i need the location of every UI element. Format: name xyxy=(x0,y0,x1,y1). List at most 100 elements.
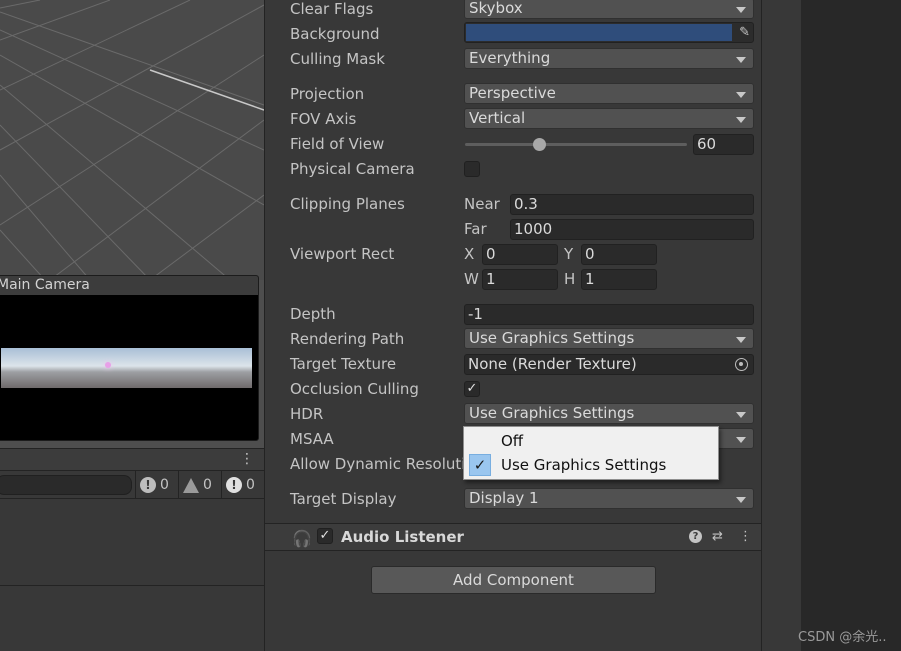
projection-dropdown[interactable]: Perspective xyxy=(464,83,754,104)
field-of-view-label: Field of View xyxy=(290,135,385,153)
physical-camera-label: Physical Camera xyxy=(290,160,415,178)
object-picker-icon[interactable] xyxy=(735,358,748,371)
background-color-swatch[interactable] xyxy=(466,24,732,41)
hdr-dropdown[interactable]: Use Graphics Settings xyxy=(464,403,754,424)
target-display-value: Display 1 xyxy=(469,489,539,507)
target-texture-label: Target Texture xyxy=(290,355,397,373)
viewport-w-input[interactable]: 1 xyxy=(482,269,558,290)
component-divider xyxy=(265,550,762,551)
chevron-down-icon xyxy=(736,57,746,63)
viewport-w-label: W xyxy=(464,270,479,288)
camera-preview: Main Camera xyxy=(0,275,259,441)
hdr-label: HDR xyxy=(290,405,324,423)
console-divider xyxy=(0,585,264,586)
clear-flags-value: Skybox xyxy=(469,0,523,17)
viewport-rect-label: Viewport Rect xyxy=(290,245,395,263)
culling-mask-dropdown[interactable]: Everything xyxy=(464,48,754,69)
kebab-menu-icon[interactable]: ⋮ xyxy=(240,451,254,467)
clear-flags-label: Clear Flags xyxy=(290,0,374,18)
fov-axis-label: FOV Axis xyxy=(290,110,357,128)
warning-count-toggle[interactable]: 0 xyxy=(178,471,212,499)
console-toolbar: ! 0 0 ! 0 xyxy=(0,471,264,499)
chevron-down-icon xyxy=(736,412,746,418)
clipping-planes-label: Clipping Planes xyxy=(290,195,405,213)
headphones-icon: 🎧 xyxy=(292,529,312,548)
target-display-dropdown[interactable]: Display 1 xyxy=(464,488,754,509)
depth-label: Depth xyxy=(290,305,336,323)
culling-mask-value: Everything xyxy=(469,49,551,67)
info-icon: ! xyxy=(140,477,156,493)
console-header: ⋮ xyxy=(0,449,264,471)
scene-grid xyxy=(0,0,264,280)
far-label: Far xyxy=(464,220,487,238)
chevron-down-icon xyxy=(736,117,746,123)
camera-preview-skybox xyxy=(1,348,252,388)
chevron-down-icon xyxy=(736,437,746,443)
background-color-field[interactable]: ✎ xyxy=(464,22,754,43)
audio-listener-enabled-checkbox[interactable]: ✓ xyxy=(317,528,333,544)
chevron-down-icon xyxy=(736,337,746,343)
console-panel: ⋮ ! 0 0 ! 0 xyxy=(0,448,264,651)
fov-axis-value: Vertical xyxy=(469,109,526,127)
add-component-button[interactable]: Add Component xyxy=(371,566,656,594)
popup-option-use-graphics-settings[interactable]: Use Graphics Settings xyxy=(464,453,718,477)
error-count-toggle[interactable]: ! 0 xyxy=(221,471,255,499)
help-icon[interactable]: ? xyxy=(689,530,702,543)
chevron-down-icon xyxy=(736,92,746,98)
physical-camera-checkbox[interactable] xyxy=(464,161,480,177)
chevron-down-icon xyxy=(736,7,746,13)
hdr-value: Use Graphics Settings xyxy=(469,404,635,422)
target-display-label: Target Display xyxy=(290,490,397,508)
rendering-path-value: Use Graphics Settings xyxy=(469,329,635,347)
near-label: Near xyxy=(464,195,500,213)
fov-axis-dropdown[interactable]: Vertical xyxy=(464,108,754,129)
viewport-h-input[interactable]: 1 xyxy=(581,269,657,290)
background-label: Background xyxy=(290,25,380,43)
far-input[interactable]: 1000 xyxy=(510,219,754,240)
checkmark-icon: ✓ xyxy=(469,454,491,476)
viewport-x-input[interactable]: 0 xyxy=(482,244,558,265)
viewport-y-label: Y xyxy=(564,245,574,263)
field-of-view-input[interactable]: 60 xyxy=(693,134,754,155)
warning-count: 0 xyxy=(203,477,212,493)
presets-icon[interactable]: ⇄ xyxy=(712,529,723,544)
eyedropper-icon[interactable]: ✎ xyxy=(739,25,750,40)
popup-option-off[interactable]: Off xyxy=(464,429,718,453)
info-count-toggle[interactable]: ! 0 xyxy=(135,471,169,499)
warning-icon xyxy=(183,477,199,493)
watermark: CSDN @余光.. xyxy=(798,630,887,645)
inspector-panel: Clear Flags Skybox Background ✎ Culling … xyxy=(264,0,762,651)
scene-view[interactable]: Main Camera xyxy=(0,0,264,448)
culling-mask-label: Culling Mask xyxy=(290,50,385,68)
allow-dynamic-resolution-label: Allow Dynamic Resoluti xyxy=(290,455,466,473)
kebab-menu-icon[interactable]: ⋮ xyxy=(739,529,752,544)
depth-input[interactable]: -1 xyxy=(464,304,754,325)
chevron-down-icon xyxy=(736,497,746,503)
info-count: 0 xyxy=(160,477,169,493)
rendering-path-dropdown[interactable]: Use Graphics Settings xyxy=(464,328,754,349)
projection-value: Perspective xyxy=(469,84,556,102)
camera-preview-title: Main Camera xyxy=(0,276,258,295)
error-count: 0 xyxy=(246,477,255,493)
target-texture-field[interactable]: None (Render Texture) xyxy=(464,354,754,375)
unity-editor-window: Main Camera ⋮ ! 0 0 ! 0 Clear Flags Skyb… xyxy=(0,0,901,651)
audio-listener-title: Audio Listener xyxy=(341,528,464,546)
occlusion-culling-label: Occlusion Culling xyxy=(290,380,419,398)
error-icon: ! xyxy=(226,477,242,493)
outer-background xyxy=(801,0,901,651)
viewport-y-input[interactable]: 0 xyxy=(581,244,657,265)
target-texture-value: None (Render Texture) xyxy=(468,355,637,373)
occlusion-culling-checkbox[interactable]: ✓ xyxy=(464,381,480,397)
camera-preview-sun xyxy=(105,362,111,368)
projection-label: Projection xyxy=(290,85,365,103)
viewport-x-label: X xyxy=(464,245,475,263)
console-search-input[interactable] xyxy=(0,475,132,495)
field-of-view-slider-thumb[interactable] xyxy=(533,138,546,151)
audio-listener-header[interactable]: 🎧 ✓ Audio Listener ? ⇄ ⋮ xyxy=(265,524,762,550)
clear-flags-dropdown[interactable]: Skybox xyxy=(464,0,754,19)
right-side-panel xyxy=(761,0,801,651)
viewport-h-label: H xyxy=(564,270,576,288)
field-of-view-slider-track[interactable] xyxy=(465,143,687,146)
near-input[interactable]: 0.3 xyxy=(510,194,754,215)
hdr-options-popup: Off Use Graphics Settings ✓ xyxy=(463,426,719,480)
